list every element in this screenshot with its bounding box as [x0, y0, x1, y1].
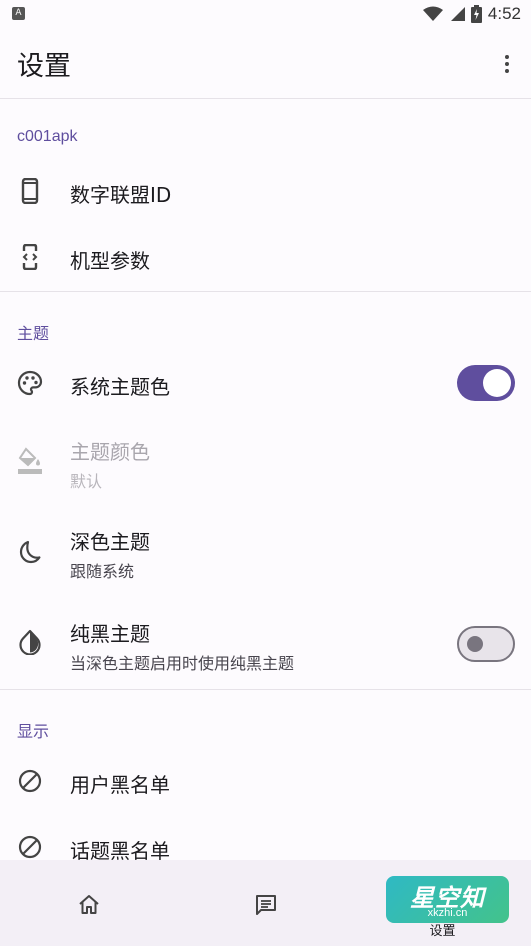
page-title: 设置	[17, 51, 71, 82]
pref-user-blacklist[interactable]: 用户黑名单	[0, 748, 531, 814]
pref-system-theme-color[interactable]: 系统主题色	[0, 350, 531, 416]
pref-theme-color: 主题颜色 默认	[0, 416, 531, 506]
system-theme-color-switch[interactable]	[457, 365, 515, 401]
message-icon	[255, 895, 276, 915]
pure-black-theme-switch[interactable]	[457, 626, 515, 662]
pref-summary: 跟随系统	[70, 562, 135, 581]
watermark-logo: 星空知 xkzhi.cn	[386, 876, 509, 923]
section-header-display: 显示	[17, 724, 50, 741]
contrast-icon	[17, 629, 43, 655]
pref-pure-black-theme[interactable]: 纯黑主题 当深色主题启用时使用纯黑主题	[0, 596, 531, 688]
pref-title: 机型参数	[70, 249, 150, 273]
notification-app-icon: A	[12, 7, 25, 20]
section-divider	[0, 291, 531, 292]
pref-title: 深色主题	[70, 530, 150, 554]
watermark-domain: xkzhi.cn	[427, 907, 468, 919]
pref-title: 用户黑名单	[70, 773, 170, 797]
status-time: 4:52	[487, 4, 521, 23]
developer-mode-icon	[17, 244, 43, 270]
block-icon	[17, 834, 43, 860]
status-bar: A 4:52	[0, 0, 531, 28]
pref-title: 数字联盟ID	[70, 183, 172, 207]
nav-home[interactable]	[0, 860, 177, 946]
format-color-fill-icon	[17, 447, 43, 474]
dark-mode-moon-icon	[17, 539, 43, 565]
wifi-icon	[422, 6, 443, 21]
nav-messages[interactable]	[177, 860, 354, 946]
pref-dark-theme[interactable]: 深色主题 跟随系统	[0, 506, 531, 596]
home-icon	[78, 895, 99, 914]
status-icons: 4:52	[422, 2, 521, 26]
app-bar: 设置	[0, 28, 531, 98]
block-icon	[17, 768, 43, 794]
pref-digital-alliance-id[interactable]: 数字联盟ID	[0, 158, 531, 224]
app-bar-divider	[0, 98, 531, 99]
smartphone-icon	[17, 178, 43, 204]
section-header-theme: 主题	[17, 326, 50, 343]
pref-summary: 默认	[70, 472, 103, 491]
pref-title: 主题颜色	[70, 440, 150, 464]
pref-summary: 当深色主题启用时使用纯黑主题	[70, 654, 295, 673]
section-divider	[0, 689, 531, 690]
signal-icon	[450, 7, 465, 21]
more-options-button[interactable]	[493, 46, 521, 82]
section-header-c001apk: c001apk	[17, 128, 78, 145]
palette-icon	[17, 370, 43, 396]
pref-title: 系统主题色	[70, 375, 170, 399]
battery-charging-icon	[470, 5, 482, 23]
more-vert-icon	[505, 55, 509, 59]
pref-device-params[interactable]: 机型参数	[0, 224, 531, 290]
pref-title: 纯黑主题	[70, 622, 150, 646]
